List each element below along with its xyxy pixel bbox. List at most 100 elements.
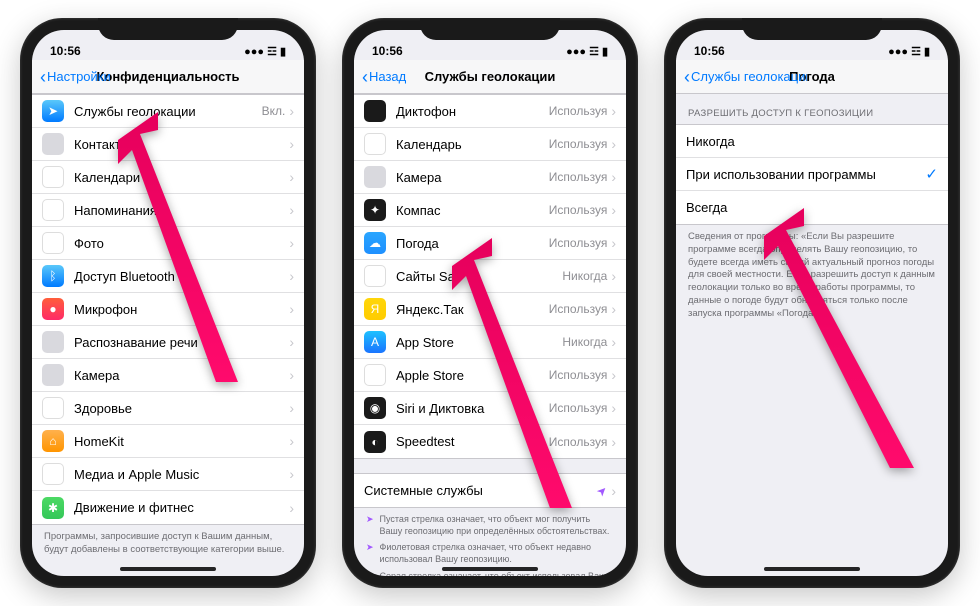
nav-bar: ‹ Настройки Конфиденциальность [32, 60, 304, 94]
legend-arrow-outline-icon: ➤ [366, 513, 374, 537]
row-label: Speedtest [396, 434, 549, 449]
app-location-row[interactable]: ЯЯндекс.ТакИспользуя› [354, 293, 626, 326]
settings-row[interactable]: ᛒДоступ Bluetooth› [32, 260, 304, 293]
speedtest-icon: ◐ [364, 431, 386, 453]
chevron-right-icon: › [289, 467, 294, 481]
wifi-icon: ☲ [911, 45, 921, 58]
status-time: 10:56 [50, 44, 81, 58]
settings-row[interactable]: Камера› [32, 359, 304, 392]
row-label: Доступ Bluetooth [74, 269, 285, 284]
permission-option[interactable]: Никогда [676, 125, 948, 158]
bluetooth-icon: ᛒ [42, 265, 64, 287]
settings-row[interactable]: ➤Службы геолокацииВкл.› [32, 95, 304, 128]
app-location-row[interactable]: ✻Сайты SaНикогда› [354, 260, 626, 293]
chevron-right-icon: › [611, 302, 616, 316]
chevron-right-icon: › [611, 104, 616, 118]
system-services-row[interactable]: Системные службы ➤ › [354, 474, 626, 507]
footer-note: Сведения от программы: «Если Вы разрешит… [676, 225, 948, 327]
home-indicator[interactable] [442, 567, 538, 571]
legend-arrow-grey-icon: ➤ [366, 570, 374, 576]
nav-bar: ‹ Назад Службы геолокации [354, 60, 626, 94]
chevron-right-icon: › [611, 368, 616, 382]
footer-note: Программы, запросившие доступ к Вашим да… [32, 525, 304, 563]
chevron-right-icon: › [289, 236, 294, 250]
applestore-icon [364, 364, 386, 386]
settings-row[interactable]: Календари› [32, 161, 304, 194]
chevron-right-icon: › [289, 434, 294, 448]
settings-row[interactable]: ♥Здоровье› [32, 392, 304, 425]
legend-text: Фиолетовая стрелка означает, что объект … [380, 541, 614, 565]
settings-row[interactable]: ●Микрофон› [32, 293, 304, 326]
settings-row[interactable]: ❁Фото› [32, 227, 304, 260]
battery-icon: ▮ [602, 45, 608, 58]
safari-icon: ✻ [364, 265, 386, 287]
row-value: Используя [549, 203, 608, 217]
back-button[interactable]: ‹ Настройки [40, 68, 111, 86]
row-value: Используя [549, 401, 608, 415]
app-location-row[interactable]: КалендарьИспользуя› [354, 128, 626, 161]
settings-row[interactable]: ♫Медиа и Apple Music› [32, 458, 304, 491]
row-label: HomeKit [74, 434, 285, 449]
row-value: Используя [549, 104, 608, 118]
chevron-left-icon: ‹ [684, 68, 690, 86]
row-label: Календарь [396, 137, 549, 152]
status-indicators: ●●● ☲ ▮ [888, 45, 930, 58]
section-header: РАЗРЕШИТЬ ДОСТУП К ГЕОПОЗИЦИИ [676, 94, 948, 124]
notch [742, 18, 882, 40]
app-location-row[interactable]: ДиктофонИспользуя› [354, 95, 626, 128]
settings-row[interactable]: ⌂HomeKit› [32, 425, 304, 458]
health-icon: ♥ [42, 397, 64, 419]
contacts-icon [42, 133, 64, 155]
app-location-row[interactable]: ✦ КомпасИспользуя› [354, 194, 626, 227]
calendar-icon [364, 133, 386, 155]
back-label: Назад [369, 69, 406, 84]
chevron-right-icon: › [611, 203, 616, 217]
permission-option[interactable]: Всегда [676, 191, 948, 224]
chevron-right-icon: › [611, 435, 616, 449]
settings-row[interactable]: Распознавание речи› [32, 326, 304, 359]
row-label: Медиа и Apple Music [74, 467, 285, 482]
option-label: При использовании программы [686, 167, 925, 182]
row-label: Службы геолокации [74, 104, 262, 119]
row-label: Компас [396, 203, 549, 218]
settings-row[interactable]: Контакты› [32, 128, 304, 161]
home-indicator[interactable] [764, 567, 860, 571]
settings-row[interactable]: ✱Движение и фитнес› [32, 491, 304, 524]
notch [98, 18, 238, 40]
compass-icon: ✦ [364, 199, 386, 221]
chevron-right-icon: › [611, 170, 616, 184]
home-indicator[interactable] [120, 567, 216, 571]
signal-icon: ●●● [566, 46, 586, 58]
row-label: Диктофон [396, 104, 549, 119]
chevron-right-icon: › [289, 501, 294, 515]
option-label: Всегда [686, 200, 938, 215]
chevron-right-icon: › [289, 203, 294, 217]
weather-icon: ☁ [364, 232, 386, 254]
app-location-row[interactable]: КамераИспользуя› [354, 161, 626, 194]
settings-row[interactable]: Напоминания › [32, 194, 304, 227]
yandex-icon: Я [364, 298, 386, 320]
back-button[interactable]: ‹ Назад [362, 68, 406, 86]
app-location-row[interactable]: ◐SpeedtestИспользуя› [354, 425, 626, 458]
app-location-row[interactable]: ☁ПогодаИспользуя› [354, 227, 626, 260]
app-location-row[interactable]: Apple StoreИспользуя› [354, 359, 626, 392]
row-label: Движение и фитнес [74, 500, 285, 515]
camera-icon [364, 166, 386, 188]
chevron-right-icon: › [289, 170, 294, 184]
app-location-row[interactable]: ◉Siri и ДиктовкаИспользуя› [354, 392, 626, 425]
back-label: Настройки [47, 69, 111, 84]
row-label: Распознавание речи [74, 335, 285, 350]
row-label: Контакты [74, 137, 285, 152]
permission-option[interactable]: При использовании программы✓ [676, 158, 948, 191]
row-label: Фото [74, 236, 285, 251]
chevron-right-icon: › [611, 484, 616, 498]
back-button[interactable]: ‹ Службы геолокации [684, 68, 807, 86]
row-label: Напоминания [74, 203, 285, 218]
chevron-left-icon: ‹ [40, 68, 46, 86]
chevron-right-icon: › [289, 368, 294, 382]
signal-icon: ●●● [888, 46, 908, 58]
legend-text: Пустая стрелка означает, что объект мог … [380, 513, 614, 537]
row-label: Погода [396, 236, 549, 251]
microphone-icon: ● [42, 298, 64, 320]
app-location-row[interactable]: AApp StoreНикогда› [354, 326, 626, 359]
